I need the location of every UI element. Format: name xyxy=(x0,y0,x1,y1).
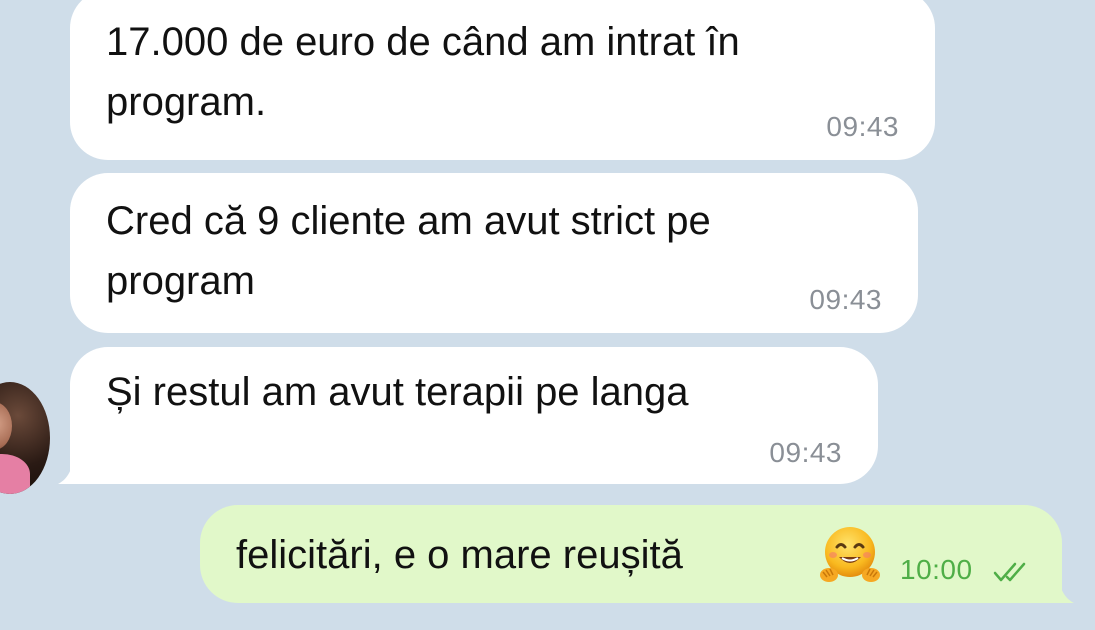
message-bubble-incoming[interactable]: 17.000 de euro de când am intrat în prog… xyxy=(70,0,935,160)
message-timestamp: 09:43 xyxy=(809,284,882,315)
message-bubble-incoming[interactable]: Și restul am avut terapii pe langa 09:43 xyxy=(70,347,878,484)
message-timestamp: 09:43 xyxy=(769,437,842,468)
message-text: 17.000 de euro de când am intrat în prog… xyxy=(106,12,740,132)
message-line: Și restul am avut terapii pe langa xyxy=(106,370,689,414)
message-timestamp: 10:00 xyxy=(900,554,973,585)
double-check-icon xyxy=(993,562,1026,582)
avatar-shirt xyxy=(0,454,30,494)
message-text: felicitări, e o mare reușită xyxy=(236,533,683,577)
message-bubble-incoming[interactable]: Cred că 9 cliente am avut strict pe prog… xyxy=(70,173,918,333)
avatar-face xyxy=(0,402,12,450)
message-line: program xyxy=(106,259,255,303)
hugging-face-emoji xyxy=(820,527,880,582)
sender-avatar[interactable] xyxy=(0,382,50,494)
message-bubble-outgoing[interactable]: felicitări, e o mare reușită 10:00 xyxy=(200,505,1062,603)
chat-history[interactable]: 17.000 de euro de când am intrat în prog… xyxy=(0,0,1095,630)
message-line: Cred că 9 cliente am avut strict pe xyxy=(106,199,711,243)
message-text: Și restul am avut terapii pe langa xyxy=(106,362,689,422)
message-timestamp: 09:43 xyxy=(826,111,899,142)
message-line: program. xyxy=(106,80,267,124)
message-line: 17.000 de euro de când am intrat în xyxy=(106,20,740,64)
message-text: Cred că 9 cliente am avut strict pe prog… xyxy=(106,191,711,311)
